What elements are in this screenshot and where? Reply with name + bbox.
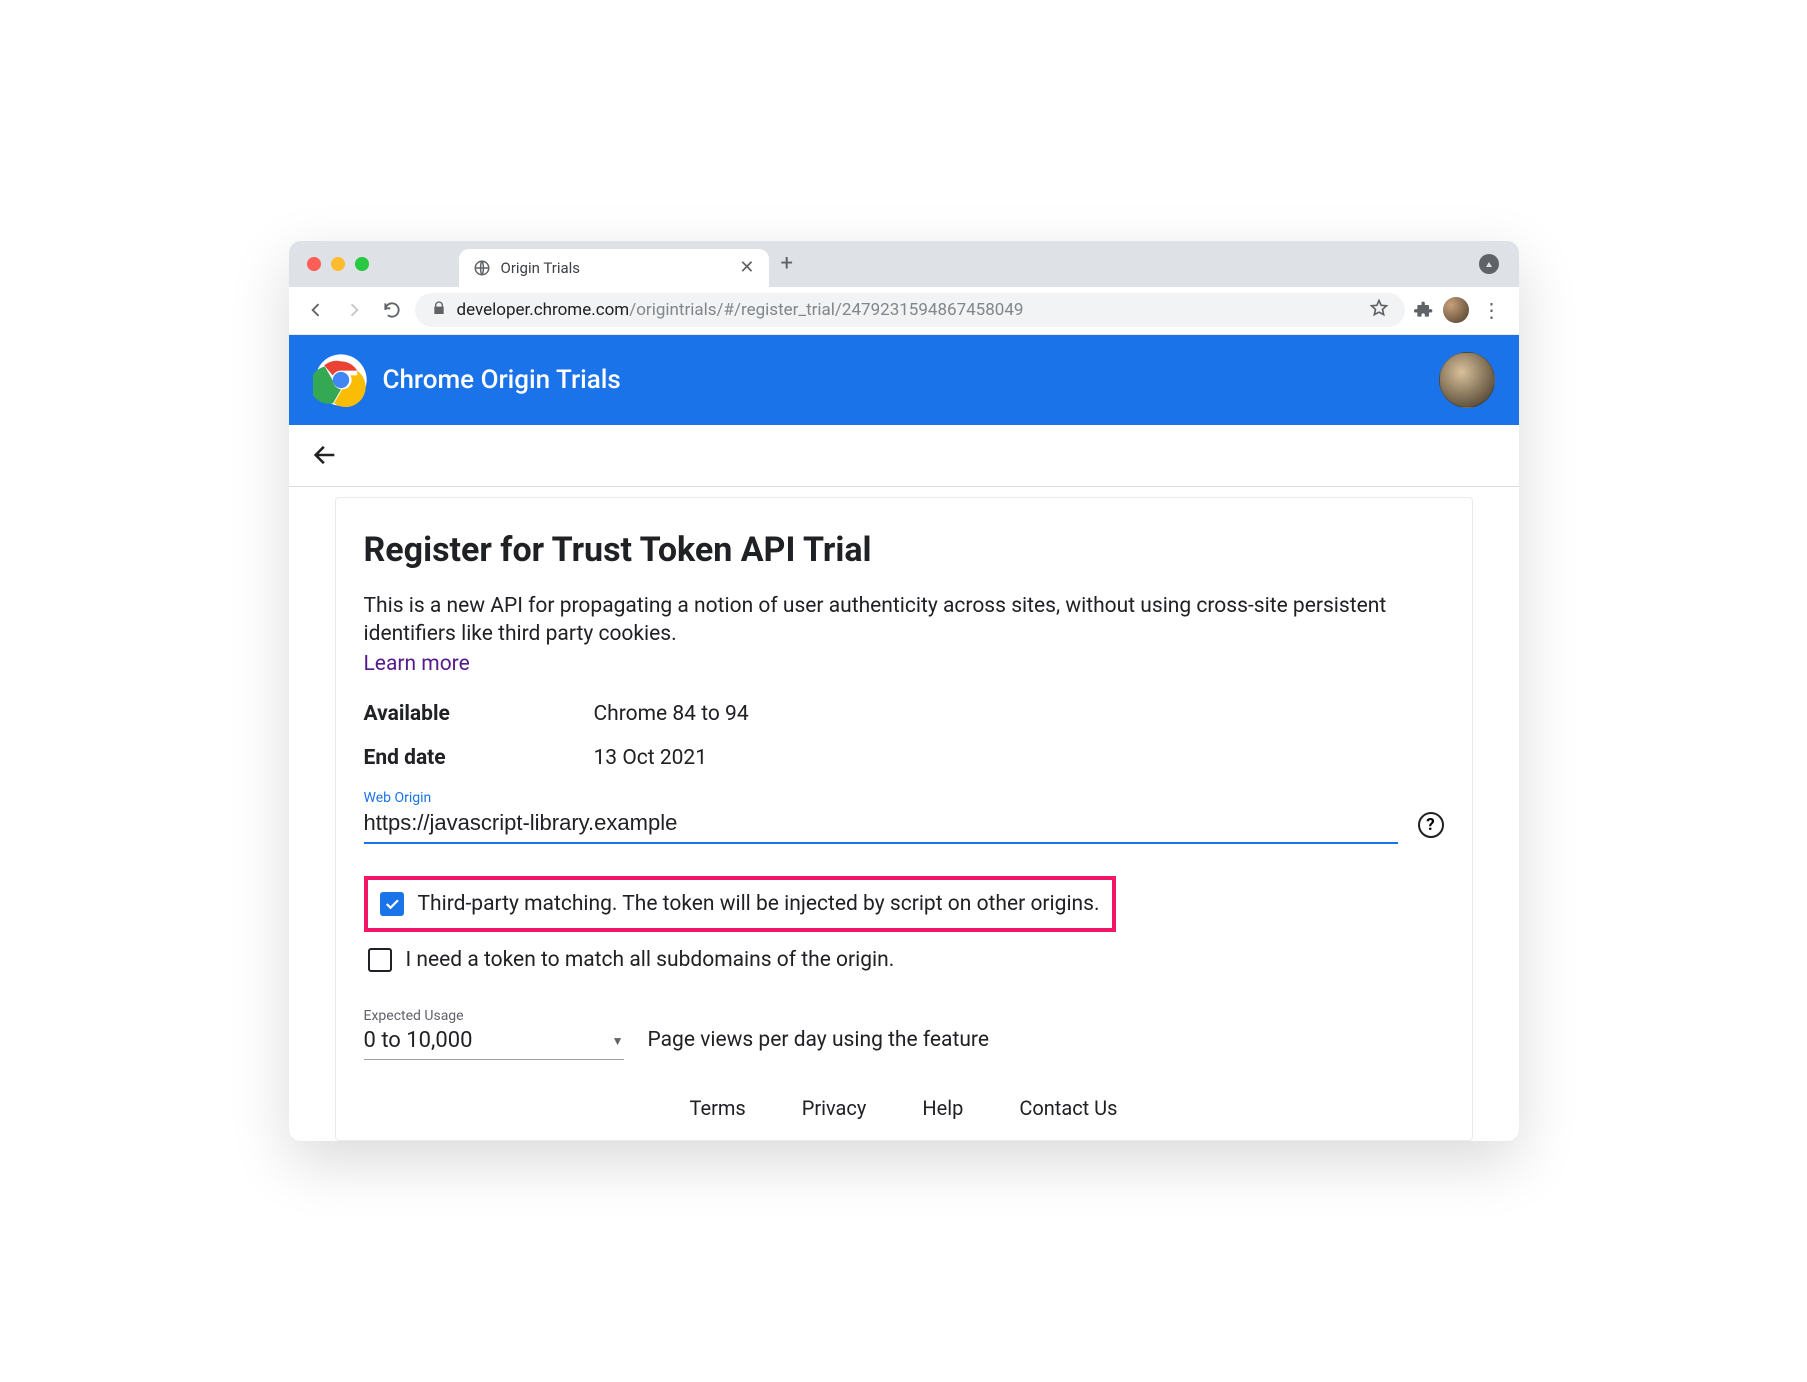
tab-strip: Origin Trials ✕ + bbox=[289, 241, 1519, 287]
page-heading: Register for Trust Token API Trial bbox=[364, 530, 1444, 570]
maximize-window-button[interactable] bbox=[355, 257, 369, 271]
url-text: developer.chrome.com/origintrials/#/regi… bbox=[457, 300, 1359, 320]
extensions-icon[interactable] bbox=[1413, 299, 1435, 321]
chrome-logo-icon bbox=[313, 352, 369, 408]
window-controls bbox=[307, 257, 369, 271]
dropdown-triangle-icon: ▼ bbox=[612, 1034, 624, 1048]
expected-usage-row: Expected Usage 0 to 10,000 ▼ Page views … bbox=[364, 1008, 1444, 1060]
help-icon[interactable]: ? bbox=[1418, 812, 1444, 838]
footer-privacy-link[interactable]: Privacy bbox=[802, 1096, 867, 1120]
nav-forward-button[interactable] bbox=[339, 295, 369, 325]
trial-meta: Available Chrome 84 to 94 End date 13 Oc… bbox=[364, 702, 1444, 770]
web-origin-field: Web Origin ? bbox=[364, 790, 1444, 844]
browser-window: Origin Trials ✕ + developer.chrome.com/o… bbox=[289, 241, 1519, 1142]
profile-avatar-small[interactable] bbox=[1443, 297, 1469, 323]
subdomains-checkbox-row[interactable]: I need a token to match all subdomains o… bbox=[364, 942, 1444, 978]
sub-header bbox=[289, 425, 1519, 487]
back-arrow-button[interactable] bbox=[311, 441, 339, 469]
web-origin-label: Web Origin bbox=[364, 790, 1444, 806]
end-date-label: End date bbox=[364, 746, 594, 770]
third-party-highlight: Third-party matching. The token will be … bbox=[364, 876, 1116, 932]
web-origin-input[interactable] bbox=[364, 806, 1398, 844]
lock-icon bbox=[431, 300, 447, 321]
end-date-value: 13 Oct 2021 bbox=[594, 746, 708, 770]
footer-help-link[interactable]: Help bbox=[922, 1096, 963, 1120]
third-party-checkbox[interactable] bbox=[380, 892, 404, 916]
learn-more-link[interactable]: Learn more bbox=[364, 652, 470, 676]
profile-avatar[interactable] bbox=[1439, 352, 1495, 408]
browser-menu-button[interactable]: ⋮ bbox=[1477, 295, 1507, 325]
expected-usage-label: Expected Usage bbox=[364, 1008, 624, 1024]
expected-usage-value: 0 to 10,000 bbox=[364, 1028, 473, 1053]
close-window-button[interactable] bbox=[307, 257, 321, 271]
third-party-label: Third-party matching. The token will be … bbox=[418, 892, 1100, 916]
subdomains-checkbox[interactable] bbox=[368, 948, 392, 972]
expected-usage-description: Page views per day using the feature bbox=[648, 1028, 989, 1060]
bookmark-star-icon[interactable] bbox=[1369, 298, 1389, 323]
page-description: This is a new API for propagating a noti… bbox=[364, 592, 1444, 649]
app-title: Chrome Origin Trials bbox=[383, 365, 621, 395]
footer-contact-link[interactable]: Contact Us bbox=[1019, 1096, 1117, 1120]
app-header: Chrome Origin Trials bbox=[289, 335, 1519, 425]
tab-title: Origin Trials bbox=[501, 259, 730, 277]
subdomains-label: I need a token to match all subdomains o… bbox=[406, 948, 895, 972]
reload-button[interactable] bbox=[377, 295, 407, 325]
minimize-window-button[interactable] bbox=[331, 257, 345, 271]
footer-links: Terms Privacy Help Contact Us bbox=[364, 1096, 1444, 1120]
available-label: Available bbox=[364, 702, 594, 726]
browser-tab[interactable]: Origin Trials ✕ bbox=[459, 249, 769, 287]
available-value: Chrome 84 to 94 bbox=[594, 702, 749, 726]
browser-toolbar: developer.chrome.com/origintrials/#/regi… bbox=[289, 287, 1519, 335]
address-bar[interactable]: developer.chrome.com/origintrials/#/regi… bbox=[415, 293, 1405, 327]
third-party-checkbox-row[interactable]: Third-party matching. The token will be … bbox=[376, 886, 1104, 922]
options-group: Third-party matching. The token will be … bbox=[364, 876, 1444, 978]
expected-usage-select[interactable]: 0 to 10,000 ▼ bbox=[364, 1024, 624, 1060]
globe-icon bbox=[473, 259, 491, 277]
close-tab-icon[interactable]: ✕ bbox=[739, 257, 754, 278]
new-tab-button[interactable]: + bbox=[781, 251, 793, 276]
footer-terms-link[interactable]: Terms bbox=[690, 1096, 746, 1120]
nav-back-button[interactable] bbox=[301, 295, 331, 325]
profile-indicator-icon[interactable] bbox=[1479, 254, 1499, 274]
registration-card: Register for Trust Token API Trial This … bbox=[335, 497, 1473, 1142]
